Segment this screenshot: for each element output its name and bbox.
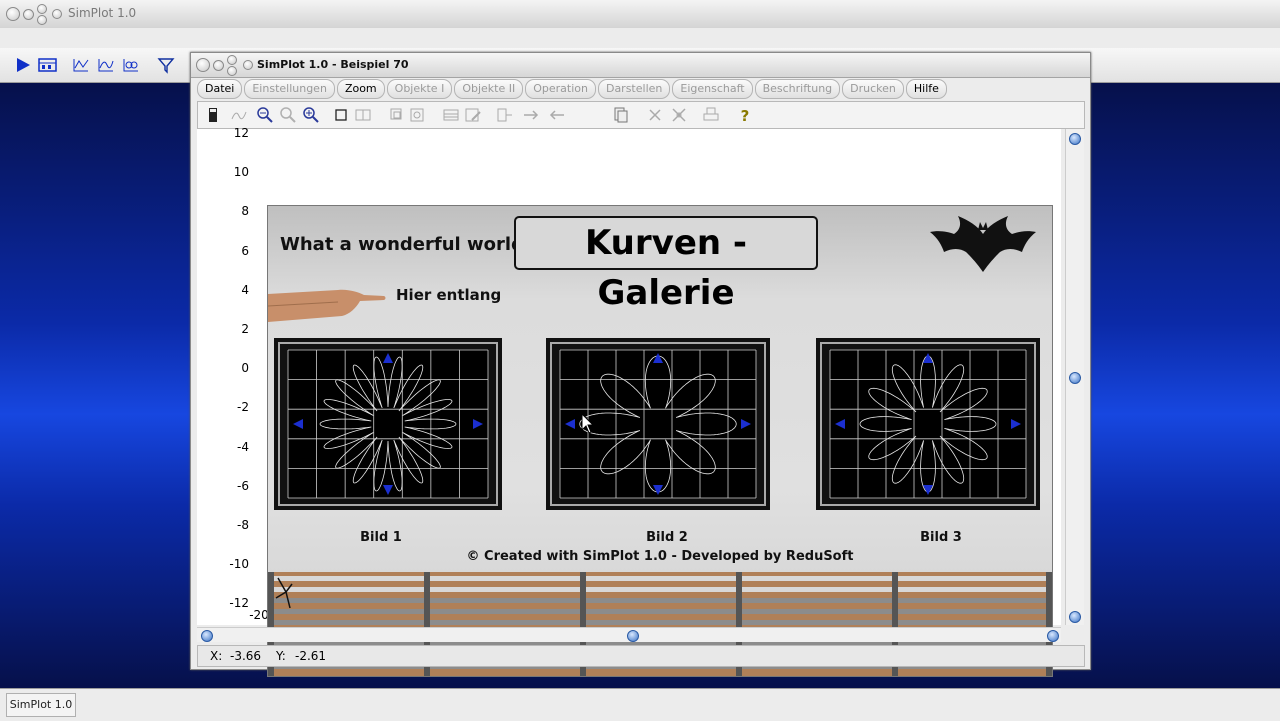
close-icon[interactable]: [6, 7, 20, 21]
scroll-up-button[interactable]: [1069, 133, 1081, 145]
maximize-icon[interactable]: [37, 4, 47, 14]
y-tick-label: 4: [241, 282, 249, 297]
taskbar-item-simplot[interactable]: SimPlot 1.0: [6, 693, 76, 717]
y-tick-label: 12: [233, 126, 249, 140]
menu-eigenschaft[interactable]: Eigenschaft: [672, 79, 753, 99]
scroll-down-button[interactable]: [1069, 611, 1081, 623]
printer-icon[interactable]: [702, 106, 720, 124]
y-tick-label: 6: [241, 243, 249, 258]
calculator-icon[interactable]: [204, 106, 222, 124]
menu-icon[interactable]: [243, 60, 253, 70]
y-tick-label: 2: [241, 322, 249, 336]
menu-datei[interactable]: Datei: [197, 79, 243, 99]
credit-text: © Created with SimPlot 1.0 - Developed b…: [466, 549, 854, 564]
scroll-left-button[interactable]: [201, 630, 213, 642]
menu-darstellen[interactable]: Darstellen: [597, 79, 671, 99]
menu-einstellungen[interactable]: Einstellungen: [244, 79, 335, 99]
minimize-icon[interactable]: [213, 60, 224, 71]
document-window: SimPlot 1.0 - Beispiel 70 Datei Einstell…: [190, 52, 1091, 677]
export-icon[interactable]: [496, 106, 514, 124]
help-icon[interactable]: ?: [736, 106, 754, 124]
table-chart-icon[interactable]: [38, 56, 58, 74]
menu-objekte-1[interactable]: Objekte I: [386, 79, 453, 99]
y-tick-label: 8: [241, 204, 249, 219]
status-bar: X: -3.66 Y: -2.61: [197, 645, 1085, 667]
table-icon[interactable]: [442, 106, 460, 124]
delete-icon[interactable]: [646, 106, 664, 124]
shade-icon[interactable]: [37, 15, 47, 25]
zoom-out-icon[interactable]: [256, 106, 274, 124]
y-tick-label: -6: [237, 478, 249, 493]
taskbar: SimPlot 1.0: [0, 688, 1280, 721]
vertical-scrollbar[interactable]: [1065, 129, 1084, 625]
delete-all-icon[interactable]: [670, 106, 688, 124]
y-tick-label: -8: [237, 518, 249, 532]
mouse-cursor-icon: [581, 413, 595, 434]
window-title: SimPlot 1.0 - Beispiel 70: [257, 58, 409, 71]
pages-icon[interactable]: [612, 106, 630, 124]
picture-caption-2: Bild 2: [646, 530, 688, 545]
app-titlebar: SimPlot 1.0: [0, 0, 1280, 29]
y-tick-label: -4: [237, 439, 249, 454]
horizontal-scroll-thumb[interactable]: [627, 630, 639, 642]
vertical-scroll-thumb[interactable]: [1069, 372, 1081, 384]
paste-view-icon[interactable]: [408, 106, 426, 124]
cursor-x-value: -3.66: [230, 649, 262, 663]
app-menubar: [0, 28, 1280, 49]
rectangle-icon[interactable]: [332, 106, 350, 124]
menu-hilfe[interactable]: Hilfe: [905, 79, 947, 99]
picture-frame-3: [816, 338, 1040, 510]
picture-frame-1: [274, 338, 502, 510]
svg-text:?: ?: [741, 107, 750, 124]
plot-area[interactable]: 121086420-2-4-6-8-10-12 -20-16-12-8-4048…: [197, 126, 1061, 677]
picture-caption-3: Bild 3: [920, 530, 962, 545]
window-toolbar: ?: [197, 101, 1085, 129]
split-view-icon[interactable]: [354, 106, 372, 124]
arrow-right-icon[interactable]: [522, 106, 540, 124]
arrow-left-icon[interactable]: [548, 106, 566, 124]
gallery-image: What a wonderful world Kurven - Galerie …: [267, 205, 1053, 677]
close-icon[interactable]: [196, 58, 210, 72]
cursor-y-value: -2.61: [295, 649, 327, 663]
y-tick-label: -2: [237, 400, 249, 415]
curve-chart-icon[interactable]: [97, 56, 115, 74]
menu-drucken[interactable]: Drucken: [842, 79, 904, 99]
menu-objekte-2[interactable]: Objekte II: [454, 79, 524, 99]
play-icon[interactable]: [14, 56, 32, 74]
window-menubar: Datei Einstellungen Zoom Objekte I Objek…: [197, 79, 949, 99]
menu-beschriftung[interactable]: Beschriftung: [754, 79, 841, 99]
zoom-reset-icon[interactable]: [279, 106, 297, 124]
y-tick-label: -10: [229, 557, 249, 572]
picture-frame-2: [546, 338, 770, 510]
cursor-x-label: X:: [210, 649, 223, 663]
maximize-icon[interactable]: [227, 55, 237, 65]
table-edit-icon[interactable]: [464, 106, 482, 124]
line-chart-icon[interactable]: [72, 56, 90, 74]
filter-icon[interactable]: [157, 56, 175, 74]
horizontal-scrollbar[interactable]: [197, 627, 1061, 642]
curve-tool-icon[interactable]: [230, 106, 248, 124]
picture-caption-1: Bild 1: [360, 530, 402, 545]
minimize-icon[interactable]: [23, 9, 34, 20]
shade-icon[interactable]: [227, 66, 237, 76]
menu-icon[interactable]: [52, 9, 62, 19]
copy-view-icon[interactable]: [388, 106, 406, 124]
cursor-y-label: Y:: [276, 649, 286, 663]
scroll-right-button[interactable]: [1047, 630, 1059, 642]
menu-zoom[interactable]: Zoom: [336, 79, 385, 99]
menu-operation[interactable]: Operation: [525, 79, 596, 99]
parametric-chart-icon[interactable]: [122, 56, 140, 74]
window-titlebar[interactable]: SimPlot 1.0 - Beispiel 70: [191, 53, 1090, 78]
app-title: SimPlot 1.0: [68, 6, 137, 20]
zoom-in-icon[interactable]: [302, 106, 320, 124]
y-tick-label: 10: [233, 165, 249, 180]
y-tick-label: 0: [241, 361, 249, 376]
